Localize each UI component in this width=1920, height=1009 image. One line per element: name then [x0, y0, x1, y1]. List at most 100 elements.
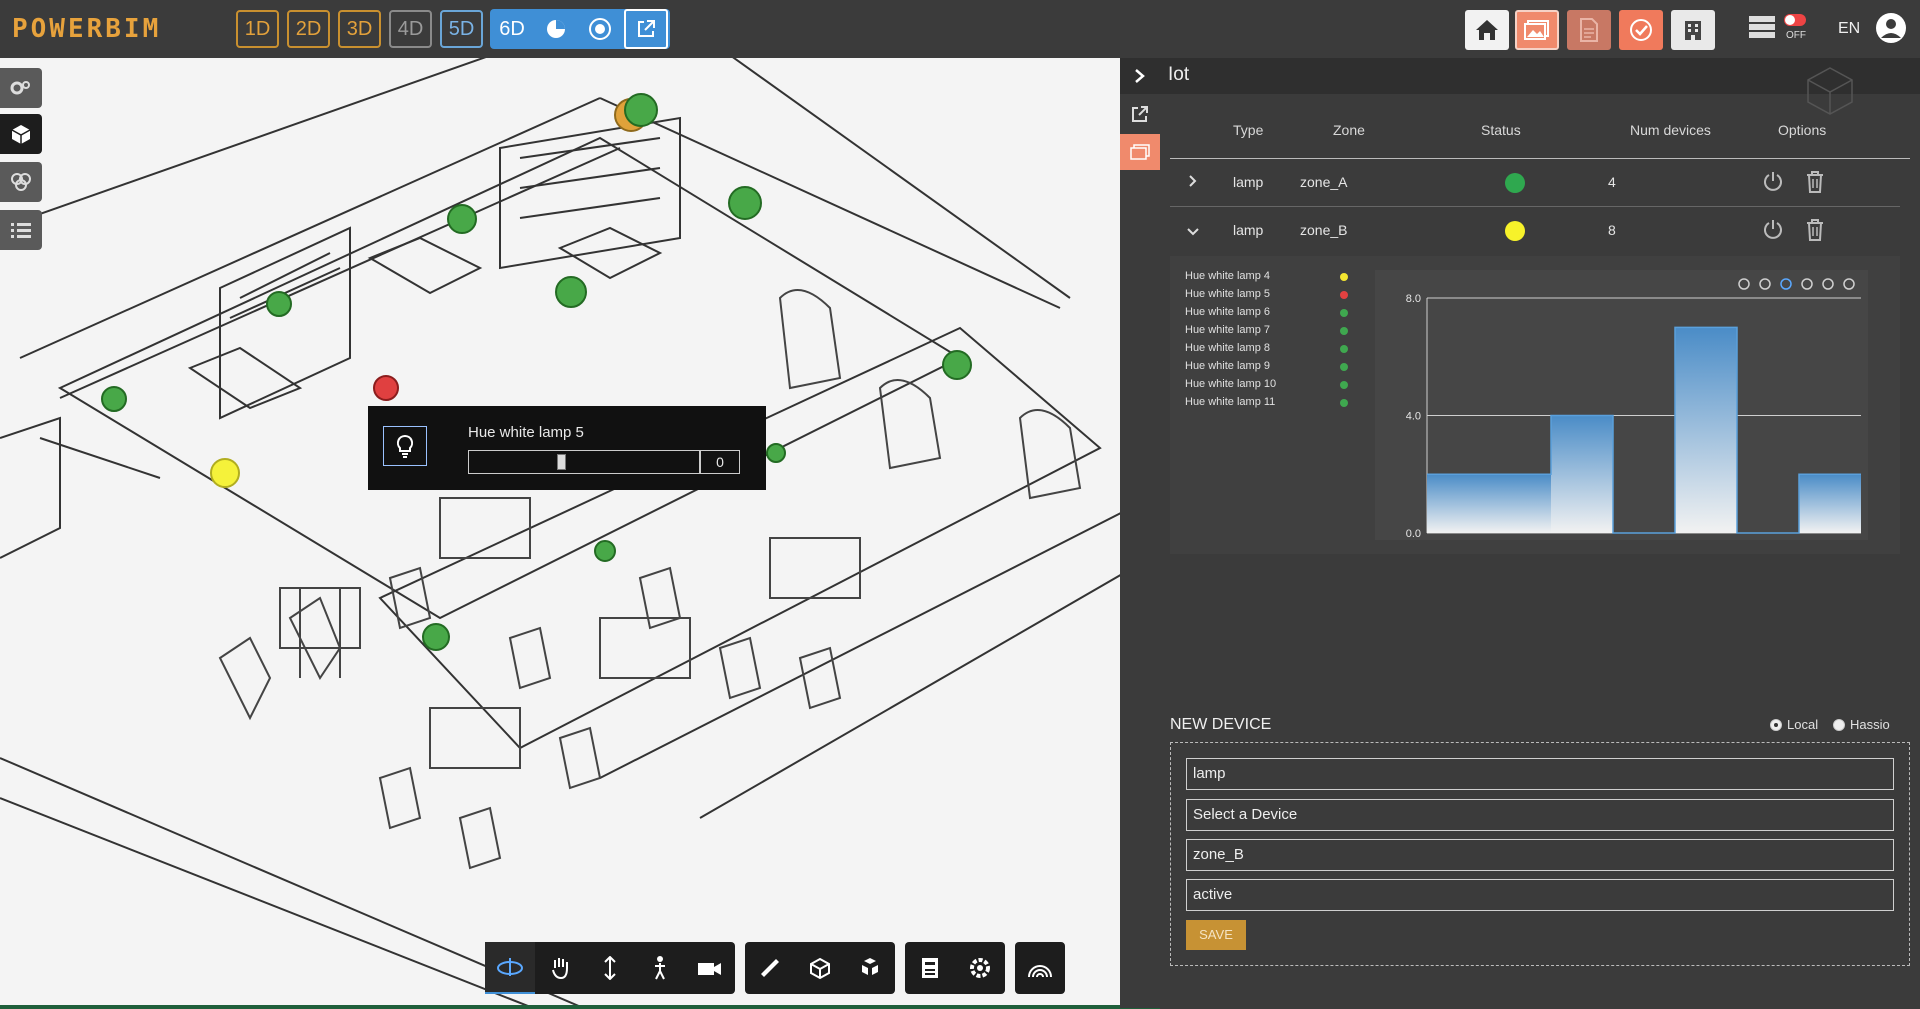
chart-step[interactable] [1427, 474, 1489, 533]
lightbulb-icon[interactable] [383, 426, 427, 466]
lamp-marker[interactable] [422, 623, 450, 651]
dimension-5d-button[interactable]: 5D [440, 10, 483, 48]
chevron-right-icon[interactable] [1188, 174, 1198, 193]
walk-person-icon[interactable] [635, 942, 685, 994]
radio-hassio[interactable]: Hassio [1833, 717, 1890, 732]
bim-3d-viewport[interactable] [0, 58, 1160, 1009]
lamp-marker[interactable] [210, 458, 240, 488]
user-avatar-icon[interactable] [1875, 12, 1907, 44]
brightness-value[interactable]: 0 [700, 450, 740, 474]
measure-toolbar [745, 942, 895, 994]
chart-canvas: 8.0 4.0 0.0 [1406, 278, 1861, 540]
legend-item[interactable]: Hue white lamp 11 [1185, 396, 1275, 408]
gallery-panel-icon[interactable] [1120, 134, 1160, 170]
pan-hand-icon[interactable] [1801, 278, 1813, 290]
lamp-marker[interactable] [728, 186, 762, 220]
cube-icon[interactable] [0, 114, 42, 154]
row-zone: zone_A [1300, 174, 1348, 190]
chart-step[interactable] [1489, 474, 1551, 533]
save-button[interactable]: SAVE [1186, 920, 1246, 950]
legend-item[interactable]: Hue white lamp 9 [1185, 360, 1270, 372]
device-select-field[interactable]: Select a Device [1186, 799, 1894, 831]
properties-icon[interactable] [905, 942, 955, 994]
dimension-3d-button[interactable]: 3D [338, 10, 381, 48]
home-icon[interactable] [1465, 10, 1509, 50]
section-box-icon[interactable] [795, 942, 845, 994]
lamp-marker[interactable] [447, 204, 477, 234]
pie-chart-icon[interactable] [534, 9, 578, 49]
camera-icon[interactable] [685, 942, 735, 994]
brightness-slider[interactable] [468, 450, 700, 474]
target-icon[interactable] [578, 9, 622, 49]
power-icon[interactable] [1762, 170, 1784, 197]
reset-home-icon[interactable] [1822, 278, 1834, 290]
list-icon[interactable] [0, 210, 42, 250]
table-row[interactable] [1170, 208, 1900, 252]
dimension-2d-button[interactable]: 2D [287, 10, 330, 48]
legend-item[interactable]: Hue white lamp 8 [1185, 342, 1270, 354]
lamp-marker[interactable] [266, 291, 292, 317]
lamp-marker[interactable] [594, 540, 616, 562]
layers-icon[interactable] [0, 162, 42, 202]
popout-panel-icon[interactable] [1120, 96, 1160, 132]
lamp-marker[interactable] [373, 375, 399, 401]
device-chart[interactable]: 8.0 4.0 0.0 [1375, 270, 1868, 540]
legend-item[interactable]: Hue white lamp 10 [1185, 378, 1276, 390]
lamp-marker[interactable] [766, 443, 786, 463]
orbit-icon[interactable] [485, 942, 535, 994]
explode-icon[interactable] [845, 942, 895, 994]
column-zone: Zone [1333, 122, 1365, 138]
zoom-in-icon[interactable] [1738, 278, 1750, 290]
lamp-marker[interactable] [624, 93, 658, 127]
language-selector[interactable]: EN [1838, 20, 1860, 38]
device-type-field[interactable]: lamp [1186, 758, 1894, 790]
gallery-icon[interactable] [1515, 10, 1559, 50]
toggle-state-label: OFF [1786, 30, 1806, 41]
vertical-move-icon[interactable] [585, 942, 635, 994]
gear-icon[interactable] [955, 942, 1005, 994]
radio-local[interactable]: Local [1770, 717, 1818, 732]
row-num-devices: 4 [1608, 174, 1616, 190]
radio-hassio-button[interactable] [1833, 718, 1845, 731]
zone-field[interactable]: zone_B [1186, 839, 1894, 871]
external-link-icon[interactable] [624, 9, 668, 49]
legend-item[interactable]: Hue white lamp 7 [1185, 324, 1270, 336]
lamp-marker[interactable] [101, 386, 127, 412]
legend-status-dot [1340, 291, 1348, 299]
lamp-marker[interactable] [942, 350, 972, 380]
collapse-panel-icon[interactable] [1120, 58, 1160, 94]
chart-step[interactable] [1799, 474, 1861, 533]
column-type: Type [1233, 122, 1264, 138]
magnify-icon[interactable] [1780, 278, 1792, 290]
building-icon[interactable] [1671, 10, 1715, 50]
lamp-marker[interactable] [555, 276, 587, 308]
dimension-4d-button[interactable]: 4D [389, 10, 432, 48]
chart-step[interactable] [1551, 415, 1613, 534]
chevron-down-icon[interactable] [1186, 224, 1200, 242]
radio-local-button[interactable] [1770, 718, 1782, 731]
rainbow-icon[interactable] [1015, 942, 1065, 994]
top-bar: POWERBIM 1D 2D 3D 4D 5D 6D OFF EN [0, 0, 1920, 58]
legend-item[interactable]: Hue white lamp 5 [1185, 288, 1270, 300]
state-field[interactable]: active [1186, 879, 1894, 911]
settings-tools-icon[interactable] [0, 68, 42, 108]
slider-thumb[interactable] [557, 454, 566, 470]
hand-pan-icon[interactable] [535, 942, 585, 994]
legend-item[interactable]: Hue white lamp 4 [1185, 270, 1270, 282]
dimension-6d-button[interactable]: 6D [490, 9, 534, 49]
legend-status-dot [1340, 273, 1348, 281]
dimension-1d-button[interactable]: 1D [236, 10, 279, 48]
ruler-icon[interactable] [745, 942, 795, 994]
legend-item[interactable]: Hue white lamp 6 [1185, 306, 1270, 318]
trash-icon[interactable] [1805, 170, 1825, 199]
power-icon[interactable] [1762, 218, 1784, 245]
view-cube-icon[interactable] [1800, 60, 1860, 120]
chart-step[interactable] [1675, 327, 1737, 533]
document-icon[interactable] [1567, 10, 1611, 50]
zoom-out-icon[interactable] [1759, 278, 1771, 290]
clock-check-icon[interactable] [1619, 10, 1663, 50]
table-row[interactable] [1170, 160, 1900, 204]
trash-icon[interactable] [1805, 218, 1825, 247]
menu-icon[interactable] [1843, 278, 1855, 290]
iot-toggle[interactable] [1784, 14, 1806, 26]
